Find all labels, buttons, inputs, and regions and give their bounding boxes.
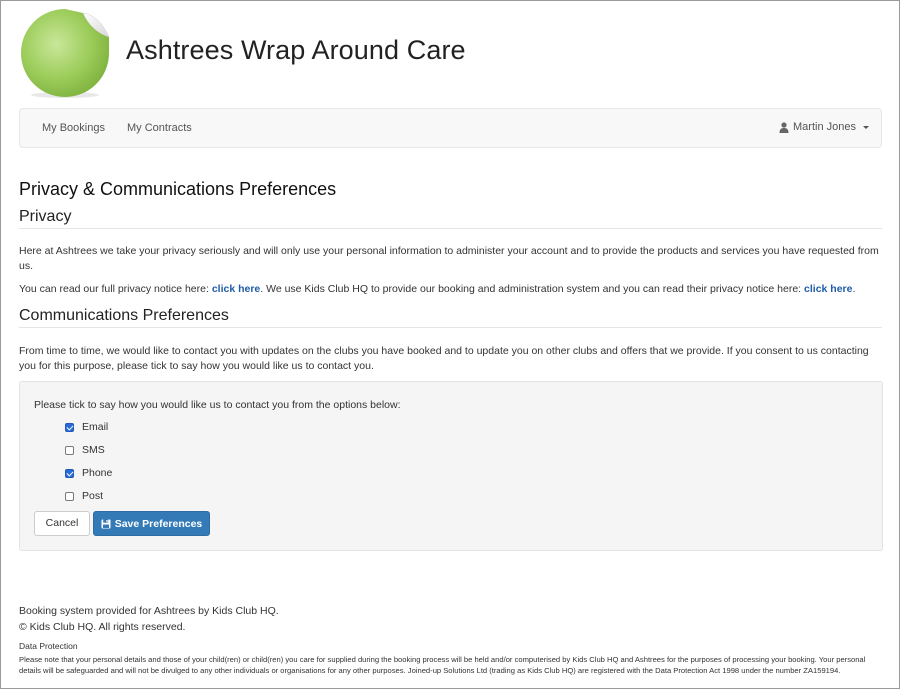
nav-my-contracts[interactable]: My Contracts [127,122,192,134]
option-label: Post [82,490,104,502]
option-email[interactable]: Email [65,421,108,433]
green-sticker-logo [21,9,110,98]
option-label: Email [82,421,109,433]
preferences-prompt: Please tick to say how you would like us… [34,399,401,411]
privacy-paragraph: Here at Ashtrees we take your privacy se… [19,245,879,272]
phone-checkbox[interactable] [65,468,74,478]
page-frame: Ashtrees Wrap Around Care My Bookings My… [0,0,900,689]
top-navbar: My Bookings My Contracts Martin Jones [19,108,882,148]
option-post[interactable]: Post [65,490,103,502]
user-menu-dropdown[interactable]: Martin Jones [779,121,869,133]
cancel-button[interactable]: Cancel [34,511,90,536]
privacy-notice-paragraph: You can read our full privacy notice her… [19,282,879,297]
user-name: Martin Jones [793,121,856,133]
save-preferences-button[interactable]: Save Preferences [93,511,210,536]
privacy-heading: Privacy [19,208,72,225]
option-phone[interactable]: Phone [65,467,112,479]
chevron-down-icon [863,126,869,129]
nav-my-bookings[interactable]: My Bookings [42,122,105,134]
preferences-panel: Please tick to say how you would like us… [19,381,883,551]
post-checkbox[interactable] [65,491,74,501]
privacy-notice-link[interactable]: click here [212,283,260,295]
footer-copyright: © Kids Club HQ. All rights reserved. [19,621,186,633]
data-protection-title: Data Protection [19,641,78,651]
period-text: . [852,283,856,295]
email-checkbox[interactable] [65,422,74,432]
option-label: Phone [82,467,113,479]
communications-heading: Communications Preferences [19,307,229,324]
site-title: Ashtrees Wrap Around Care [126,35,466,65]
sms-checkbox[interactable] [65,445,74,455]
communications-paragraph: From time to time, we would like to cont… [19,345,869,372]
user-icon [779,121,789,133]
option-sms[interactable]: SMS [65,444,105,456]
option-label: SMS [82,444,105,456]
footer-provider-text: Booking system provided for Ashtrees by … [19,605,279,617]
floppy-disk-icon [101,519,111,528]
data-protection-text: Please note that your personal details a… [19,655,866,675]
privacy-notice-text: You can read our full privacy notice her… [19,283,212,295]
kchq-notice-text: . We use Kids Club HQ to provide our boo… [260,283,805,295]
kchq-privacy-link[interactable]: click here [804,283,852,295]
save-preferences-label: Save Preferences [114,517,203,530]
page-title: Privacy & Communications Preferences [19,179,337,199]
divider [19,327,882,328]
divider [19,228,882,229]
